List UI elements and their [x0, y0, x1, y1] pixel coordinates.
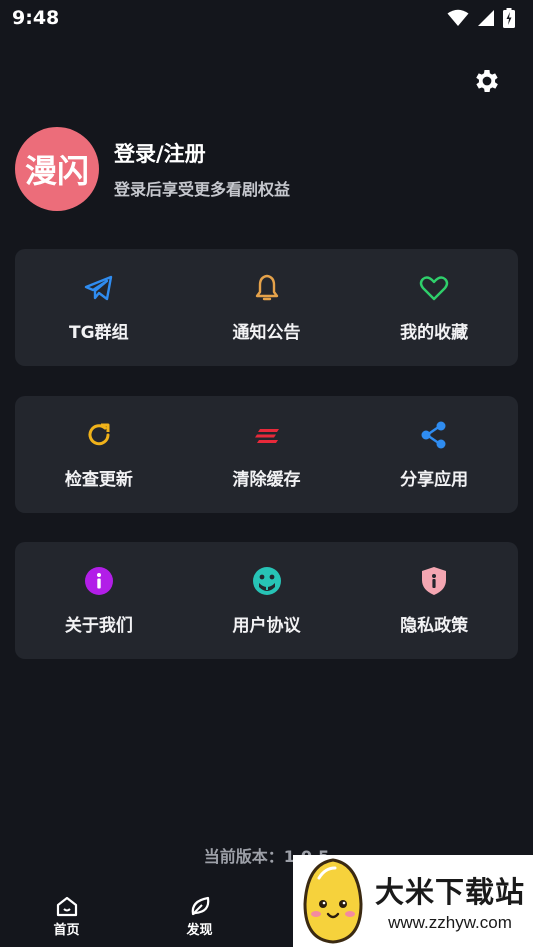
- menu-label: 关于我们: [64, 616, 133, 636]
- gear-icon: [476, 70, 498, 92]
- status-icons: [447, 8, 515, 28]
- wifi-icon: [447, 9, 469, 26]
- rice-mascot-icon: [303, 858, 363, 944]
- battery-icon: [503, 8, 515, 28]
- agreement-icon: [252, 567, 281, 595]
- watermark-overlay: 大米下载站 www.zzhyw.com: [293, 855, 533, 947]
- settings-button[interactable]: [470, 64, 504, 98]
- login-subtitle: 登录后享受更多看剧权益: [114, 180, 291, 199]
- info-icon: [84, 567, 113, 595]
- telegram-send-icon: [84, 275, 113, 301]
- share-icon: [421, 421, 446, 449]
- menu-item-check-update[interactable]: 检查更新: [15, 396, 183, 513]
- home-icon: [56, 896, 77, 916]
- menu-card-2: 检查更新 清除缓存 分享应用: [15, 396, 518, 513]
- bell-icon: [255, 274, 278, 301]
- menu-item-privacy-policy[interactable]: 隐私政策: [350, 542, 518, 659]
- clear-cache-icon: [254, 429, 279, 443]
- privacy-shield-icon: [422, 567, 447, 595]
- nav-discover[interactable]: 发现: [133, 885, 266, 947]
- leaf-icon: [191, 896, 209, 915]
- profile-text: 登录/注册 登录后享受更多看剧权益: [114, 138, 290, 200]
- menu-item-clear-cache[interactable]: 清除缓存: [183, 396, 351, 513]
- menu-item-favorites[interactable]: 我的收藏: [350, 249, 518, 366]
- watermark-logo: [293, 855, 373, 947]
- menu-item-share-app[interactable]: 分享应用: [350, 396, 518, 513]
- menu-label: 分享应用: [400, 470, 469, 490]
- menu-item-about-us[interactable]: 关于我们: [15, 542, 183, 659]
- menu-label: 通知公告: [232, 323, 301, 343]
- menu-item-tg-group[interactable]: TG群组: [15, 249, 183, 366]
- watermark-title: 大米下载站: [375, 875, 526, 909]
- menu-label: 检查更新: [64, 470, 133, 490]
- nav-label: 发现: [186, 922, 213, 938]
- menu-label: 用户协议: [232, 616, 301, 636]
- watermark-url: www.zzhyw.com: [388, 913, 512, 932]
- menu-card-3: 关于我们 用户协议 隐私政策: [15, 542, 518, 659]
- menu-item-user-agreement[interactable]: 用户协议: [183, 542, 351, 659]
- avatar[interactable]: 漫闪: [15, 127, 99, 211]
- menu-card-1: TG群组 通知公告 我的收藏: [15, 249, 518, 366]
- menu-label: 我的收藏: [400, 323, 469, 343]
- menu-label: 隐私政策: [400, 616, 469, 636]
- signal-icon: [478, 10, 494, 26]
- refresh-icon: [88, 423, 110, 446]
- menu-label: TG群组: [69, 323, 129, 343]
- login-register-title[interactable]: 登录/注册: [114, 138, 290, 168]
- heart-icon: [419, 276, 449, 301]
- nav-label: 首页: [53, 922, 80, 938]
- menu-label: 清除缓存: [232, 470, 301, 490]
- watermark-text: 大米下载站 www.zzhyw.com: [375, 869, 525, 933]
- nav-home[interactable]: 首页: [0, 885, 133, 947]
- status-time: 9:48: [12, 7, 60, 29]
- menu-item-notice[interactable]: 通知公告: [183, 249, 351, 366]
- status-bar: 9:48: [0, 0, 533, 36]
- avatar-text: 漫闪: [24, 152, 89, 190]
- profile-section[interactable]: 漫闪 登录/注册 登录后享受更多看剧权益: [15, 127, 290, 211]
